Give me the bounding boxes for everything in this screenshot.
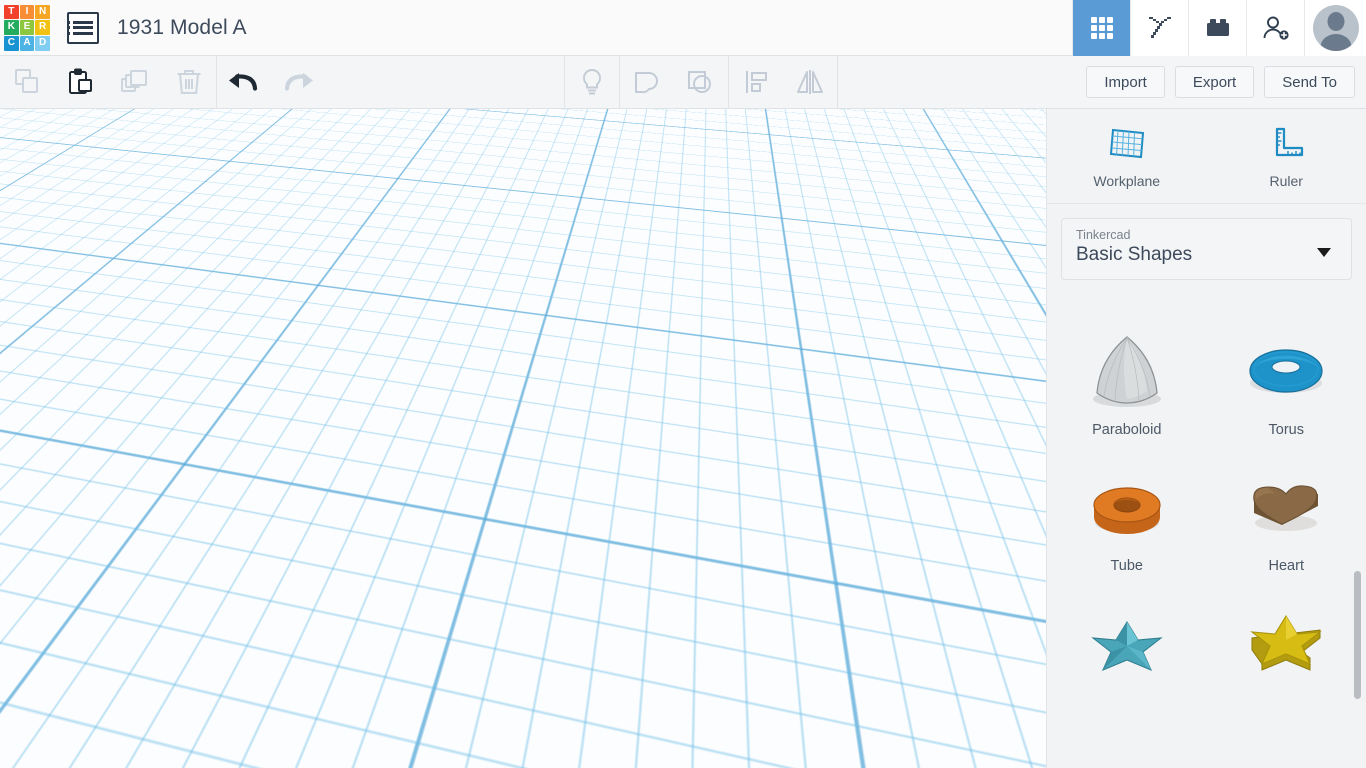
undo-button[interactable] <box>217 56 271 109</box>
workplane-tool[interactable]: Workplane <box>1047 109 1207 203</box>
duplicate-button[interactable] <box>108 56 162 109</box>
viewcube-top-label: TOP <box>49 259 82 277</box>
shape-row: Tube Heart <box>1047 458 1366 594</box>
logo-tile-n: N <box>35 5 50 20</box>
logo-tile-a: A <box>20 36 35 51</box>
workplane-grid-icon <box>1105 124 1149 164</box>
fit-view-brackets-icon[interactable] <box>22 418 58 454</box>
shape-heart[interactable]: Heart <box>1207 458 1366 594</box>
paste-button[interactable] <box>54 56 108 109</box>
3d-workplane-canvas[interactable]: RIGHT TOP <box>0 109 1046 768</box>
tinkercad-logo[interactable]: TIN KER CAD <box>1 2 53 54</box>
panel-scrollbar-thumb[interactable] <box>1354 571 1361 699</box>
avatar[interactable] <box>1304 0 1366 56</box>
history-tools-group <box>217 56 325 109</box>
shape-tube[interactable]: Tube <box>1047 458 1207 594</box>
export-button[interactable]: Export <box>1175 66 1254 98</box>
shape-label: Tube <box>1110 558 1143 574</box>
library-category: Tinkercad <box>1076 228 1337 242</box>
grid-apps-icon[interactable] <box>1072 0 1130 56</box>
logo-tile-c: C <box>4 36 19 51</box>
shape-torus[interactable]: Torus <box>1207 322 1366 458</box>
shape-label: Torus <box>1269 422 1304 438</box>
edit-grid-button[interactable]: Edit Grid <box>932 688 1038 714</box>
shape-star-teal[interactable] <box>1047 594 1207 714</box>
snap-grid-label: Snap Grid <box>888 735 951 751</box>
viewcube-front-label: RIGHT <box>83 293 130 312</box>
copy-button[interactable] <box>0 56 54 109</box>
delete-button[interactable] <box>162 56 216 109</box>
shape-star-yellow[interactable] <box>1207 594 1366 714</box>
shape-library-dropdown[interactable]: Tinkercad Basic Shapes <box>1061 218 1352 280</box>
heart-icon <box>1238 458 1334 554</box>
avatar-image <box>1313 5 1359 51</box>
torus-icon <box>1238 322 1334 418</box>
import-button[interactable]: Import <box>1086 66 1165 98</box>
pickaxe-minecraft-icon[interactable] <box>1130 0 1188 56</box>
view-navigation-controls <box>22 370 58 610</box>
grid-controls: Edit Grid Snap Grid 0.1 mm <box>838 688 1038 756</box>
shape-grid: Paraboloid Torus <box>1047 294 1366 714</box>
transparent-cylinder-hole <box>234 301 389 548</box>
toolbar-divider <box>837 56 838 109</box>
shape-paraboloid[interactable]: Paraboloid <box>1047 322 1207 458</box>
snap-grid-row: Snap Grid 0.1 mm <box>838 730 1038 756</box>
page-title: 1931 Model A <box>117 16 247 40</box>
shape-label: Paraboloid <box>1092 422 1161 438</box>
home-icon[interactable] <box>22 370 58 406</box>
workplane-tool-label: Workplane <box>1093 173 1160 189</box>
group-shapes-icon[interactable] <box>620 56 674 109</box>
snap-grid-value: 0.1 mm <box>967 735 1014 751</box>
logo-tile-k: K <box>4 20 19 35</box>
paraboloid-icon <box>1079 322 1175 418</box>
logo-tile-t: T <box>4 5 19 20</box>
cube-projection-icon[interactable] <box>22 562 58 598</box>
logo-tile-i: I <box>20 5 35 20</box>
caret-up-icon <box>1023 741 1031 746</box>
send-to-button[interactable]: Send To <box>1264 66 1355 98</box>
ruler-tool-label: Ruler <box>1270 173 1303 189</box>
scene-objects <box>0 109 1046 768</box>
tinkercad-app: TIN KER CAD 1931 Model A <box>0 0 1366 768</box>
redo-button[interactable] <box>271 56 325 109</box>
snap-grid-select[interactable]: 0.1 mm <box>960 730 1038 756</box>
ungroup-shapes-icon[interactable] <box>674 56 728 109</box>
add-person-icon[interactable] <box>1246 0 1304 56</box>
lego-brick-icon[interactable] <box>1188 0 1246 56</box>
shapes-panel: Workplane Ruler Tinkercad <box>1046 109 1366 768</box>
ruler-icon <box>1264 124 1308 164</box>
mirror-flip-icon[interactable] <box>783 56 837 109</box>
lightbulb-icon[interactable] <box>565 56 619 109</box>
object-tools-group <box>564 56 838 109</box>
edit-tools-group <box>0 56 216 109</box>
logo-tile-r: R <box>35 20 50 35</box>
shape-row <box>1047 594 1366 714</box>
ruler-tool[interactable]: Ruler <box>1207 109 1366 203</box>
shape-label: Heart <box>1269 558 1304 574</box>
viewcube[interactable]: RIGHT TOP <box>22 227 134 345</box>
library-selected: Basic Shapes <box>1076 244 1337 266</box>
logo-tile-d: D <box>35 36 50 51</box>
minus-icon[interactable] <box>22 514 58 550</box>
star-extruded-icon <box>1238 594 1334 690</box>
logo-tile-e: E <box>20 20 35 35</box>
star-3d-icon <box>1079 594 1175 690</box>
panel-tools: Workplane Ruler <box>1047 109 1366 204</box>
plus-icon[interactable] <box>22 466 58 502</box>
app-header: TIN KER CAD 1931 Model A <box>0 0 1366 56</box>
tube-icon <box>1079 458 1175 554</box>
align-icon[interactable] <box>729 56 783 109</box>
collapse-panel-chevron-icon[interactable]: ❯ <box>1026 523 1046 575</box>
orange-steering-wheel-model <box>463 296 837 658</box>
list-menu-icon[interactable] <box>67 12 99 44</box>
shape-row: Paraboloid Torus <box>1047 322 1366 458</box>
file-actions-group: Import Export Send To <box>1076 56 1366 109</box>
main-toolbar: Import Export Send To <box>0 56 1366 109</box>
chevron-down-icon <box>1317 248 1331 257</box>
